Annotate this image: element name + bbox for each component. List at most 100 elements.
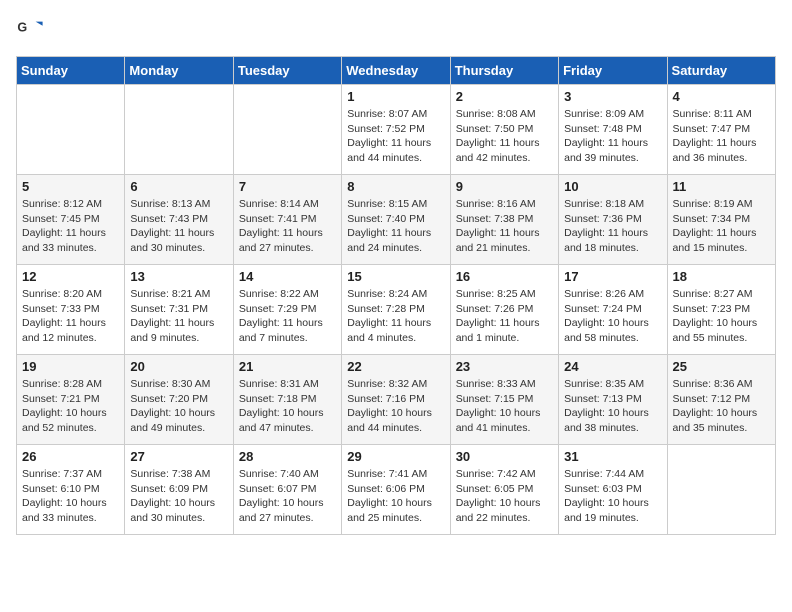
- day-info: Sunrise: 8:08 AM Sunset: 7:50 PM Dayligh…: [456, 107, 553, 166]
- day-info: Sunrise: 8:09 AM Sunset: 7:48 PM Dayligh…: [564, 107, 661, 166]
- day-cell: 20 Sunrise: 8:30 AM Sunset: 7:20 PM Dayli…: [125, 355, 233, 445]
- day-cell: 1 Sunrise: 8:07 AM Sunset: 7:52 PM Daylig…: [342, 85, 450, 175]
- day-number: 4: [673, 89, 770, 104]
- calendar-table: SundayMondayTuesdayWednesdayThursdayFrid…: [16, 56, 776, 535]
- day-info: Sunrise: 8:15 AM Sunset: 7:40 PM Dayligh…: [347, 197, 444, 256]
- week-row-1: 5 Sunrise: 8:12 AM Sunset: 7:45 PM Daylig…: [17, 175, 776, 265]
- day-number: 2: [456, 89, 553, 104]
- day-cell: 17 Sunrise: 8:26 AM Sunset: 7:24 PM Dayli…: [559, 265, 667, 355]
- day-number: 14: [239, 269, 336, 284]
- logo: G: [16, 16, 48, 44]
- day-cell: 9Sunrise: 8:16 AM Sunset: 7:38 PM Daylig…: [450, 175, 558, 265]
- day-cell: 14 Sunrise: 8:22 AM Sunset: 7:29 PM Dayli…: [233, 265, 341, 355]
- day-cell: 19 Sunrise: 8:28 AM Sunset: 7:21 PM Dayli…: [17, 355, 125, 445]
- day-cell: 2 Sunrise: 8:08 AM Sunset: 7:50 PM Daylig…: [450, 85, 558, 175]
- day-number: 19: [22, 359, 119, 374]
- day-cell: 6 Sunrise: 8:13 AM Sunset: 7:43 PM Daylig…: [125, 175, 233, 265]
- day-cell: 21Sunrise: 8:31 AM Sunset: 7:18 PM Dayli…: [233, 355, 341, 445]
- day-info: Sunrise: 8:16 AM Sunset: 7:38 PM Dayligh…: [456, 197, 553, 256]
- header-cell-thursday: Thursday: [450, 57, 558, 85]
- logo-icon: G: [16, 16, 44, 44]
- day-cell: 13 Sunrise: 8:21 AM Sunset: 7:31 PM Dayli…: [125, 265, 233, 355]
- day-info: Sunrise: 8:30 AM Sunset: 7:20 PM Dayligh…: [130, 377, 227, 436]
- day-info: Sunrise: 8:14 AM Sunset: 7:41 PM Dayligh…: [239, 197, 336, 256]
- day-info: Sunrise: 7:38 AM Sunset: 6:09 PM Dayligh…: [130, 467, 227, 526]
- calendar-header: SundayMondayTuesdayWednesdayThursdayFrid…: [17, 57, 776, 85]
- week-row-3: 19 Sunrise: 8:28 AM Sunset: 7:21 PM Dayli…: [17, 355, 776, 445]
- day-number: 25: [673, 359, 770, 374]
- day-info: Sunrise: 7:40 AM Sunset: 6:07 PM Dayligh…: [239, 467, 336, 526]
- day-number: 27: [130, 449, 227, 464]
- day-info: Sunrise: 8:18 AM Sunset: 7:36 PM Dayligh…: [564, 197, 661, 256]
- day-info: Sunrise: 8:33 AM Sunset: 7:15 PM Dayligh…: [456, 377, 553, 436]
- day-number: 21: [239, 359, 336, 374]
- day-cell: 31Sunrise: 7:44 AM Sunset: 6:03 PM Dayli…: [559, 445, 667, 535]
- day-info: Sunrise: 8:26 AM Sunset: 7:24 PM Dayligh…: [564, 287, 661, 346]
- day-cell: 28 Sunrise: 7:40 AM Sunset: 6:07 PM Dayli…: [233, 445, 341, 535]
- day-number: 3: [564, 89, 661, 104]
- day-cell: 5 Sunrise: 8:12 AM Sunset: 7:45 PM Daylig…: [17, 175, 125, 265]
- day-info: Sunrise: 7:37 AM Sunset: 6:10 PM Dayligh…: [22, 467, 119, 526]
- day-info: Sunrise: 7:42 AM Sunset: 6:05 PM Dayligh…: [456, 467, 553, 526]
- day-cell: [125, 85, 233, 175]
- day-info: Sunrise: 8:19 AM Sunset: 7:34 PM Dayligh…: [673, 197, 770, 256]
- header-row: SundayMondayTuesdayWednesdayThursdayFrid…: [17, 57, 776, 85]
- day-number: 5: [22, 179, 119, 194]
- day-info: Sunrise: 8:12 AM Sunset: 7:45 PM Dayligh…: [22, 197, 119, 256]
- day-info: Sunrise: 8:11 AM Sunset: 7:47 PM Dayligh…: [673, 107, 770, 166]
- day-cell: 27 Sunrise: 7:38 AM Sunset: 6:09 PM Dayli…: [125, 445, 233, 535]
- day-number: 1: [347, 89, 444, 104]
- day-info: Sunrise: 8:07 AM Sunset: 7:52 PM Dayligh…: [347, 107, 444, 166]
- day-cell: [17, 85, 125, 175]
- day-info: Sunrise: 7:41 AM Sunset: 6:06 PM Dayligh…: [347, 467, 444, 526]
- day-cell: 15Sunrise: 8:24 AM Sunset: 7:28 PM Dayli…: [342, 265, 450, 355]
- day-cell: 25 Sunrise: 8:36 AM Sunset: 7:12 PM Dayli…: [667, 355, 775, 445]
- day-cell: 7 Sunrise: 8:14 AM Sunset: 7:41 PM Daylig…: [233, 175, 341, 265]
- week-row-0: 1 Sunrise: 8:07 AM Sunset: 7:52 PM Daylig…: [17, 85, 776, 175]
- day-info: Sunrise: 8:13 AM Sunset: 7:43 PM Dayligh…: [130, 197, 227, 256]
- day-number: 7: [239, 179, 336, 194]
- day-number: 30: [456, 449, 553, 464]
- day-cell: 22Sunrise: 8:32 AM Sunset: 7:16 PM Dayli…: [342, 355, 450, 445]
- day-cell: 16Sunrise: 8:25 AM Sunset: 7:26 PM Dayli…: [450, 265, 558, 355]
- week-row-4: 26 Sunrise: 7:37 AM Sunset: 6:10 PM Dayli…: [17, 445, 776, 535]
- day-info: Sunrise: 8:28 AM Sunset: 7:21 PM Dayligh…: [22, 377, 119, 436]
- day-cell: 23Sunrise: 8:33 AM Sunset: 7:15 PM Dayli…: [450, 355, 558, 445]
- day-number: 8: [347, 179, 444, 194]
- day-cell: 24 Sunrise: 8:35 AM Sunset: 7:13 PM Dayli…: [559, 355, 667, 445]
- day-number: 18: [673, 269, 770, 284]
- day-info: Sunrise: 8:25 AM Sunset: 7:26 PM Dayligh…: [456, 287, 553, 346]
- header-cell-sunday: Sunday: [17, 57, 125, 85]
- day-cell: 10 Sunrise: 8:18 AM Sunset: 7:36 PM Dayli…: [559, 175, 667, 265]
- day-cell: 29 Sunrise: 7:41 AM Sunset: 6:06 PM Dayli…: [342, 445, 450, 535]
- day-number: 10: [564, 179, 661, 194]
- day-info: Sunrise: 8:27 AM Sunset: 7:23 PM Dayligh…: [673, 287, 770, 346]
- day-info: Sunrise: 8:22 AM Sunset: 7:29 PM Dayligh…: [239, 287, 336, 346]
- header-cell-friday: Friday: [559, 57, 667, 85]
- day-number: 29: [347, 449, 444, 464]
- day-number: 26: [22, 449, 119, 464]
- svg-text:G: G: [17, 20, 27, 34]
- day-number: 17: [564, 269, 661, 284]
- day-info: Sunrise: 8:21 AM Sunset: 7:31 PM Dayligh…: [130, 287, 227, 346]
- header-cell-monday: Monday: [125, 57, 233, 85]
- day-info: Sunrise: 8:36 AM Sunset: 7:12 PM Dayligh…: [673, 377, 770, 436]
- day-number: 24: [564, 359, 661, 374]
- day-cell: [667, 445, 775, 535]
- day-number: 6: [130, 179, 227, 194]
- day-cell: 12Sunrise: 8:20 AM Sunset: 7:33 PM Dayli…: [17, 265, 125, 355]
- day-info: Sunrise: 8:35 AM Sunset: 7:13 PM Dayligh…: [564, 377, 661, 436]
- day-cell: 11 Sunrise: 8:19 AM Sunset: 7:34 PM Dayli…: [667, 175, 775, 265]
- day-number: 20: [130, 359, 227, 374]
- week-row-2: 12Sunrise: 8:20 AM Sunset: 7:33 PM Dayli…: [17, 265, 776, 355]
- header-cell-saturday: Saturday: [667, 57, 775, 85]
- day-number: 22: [347, 359, 444, 374]
- day-cell: 8 Sunrise: 8:15 AM Sunset: 7:40 PM Daylig…: [342, 175, 450, 265]
- header: G: [16, 16, 776, 44]
- day-cell: 4 Sunrise: 8:11 AM Sunset: 7:47 PM Daylig…: [667, 85, 775, 175]
- day-info: Sunrise: 8:24 AM Sunset: 7:28 PM Dayligh…: [347, 287, 444, 346]
- day-number: 28: [239, 449, 336, 464]
- day-number: 11: [673, 179, 770, 194]
- day-number: 13: [130, 269, 227, 284]
- day-cell: 30 Sunrise: 7:42 AM Sunset: 6:05 PM Dayli…: [450, 445, 558, 535]
